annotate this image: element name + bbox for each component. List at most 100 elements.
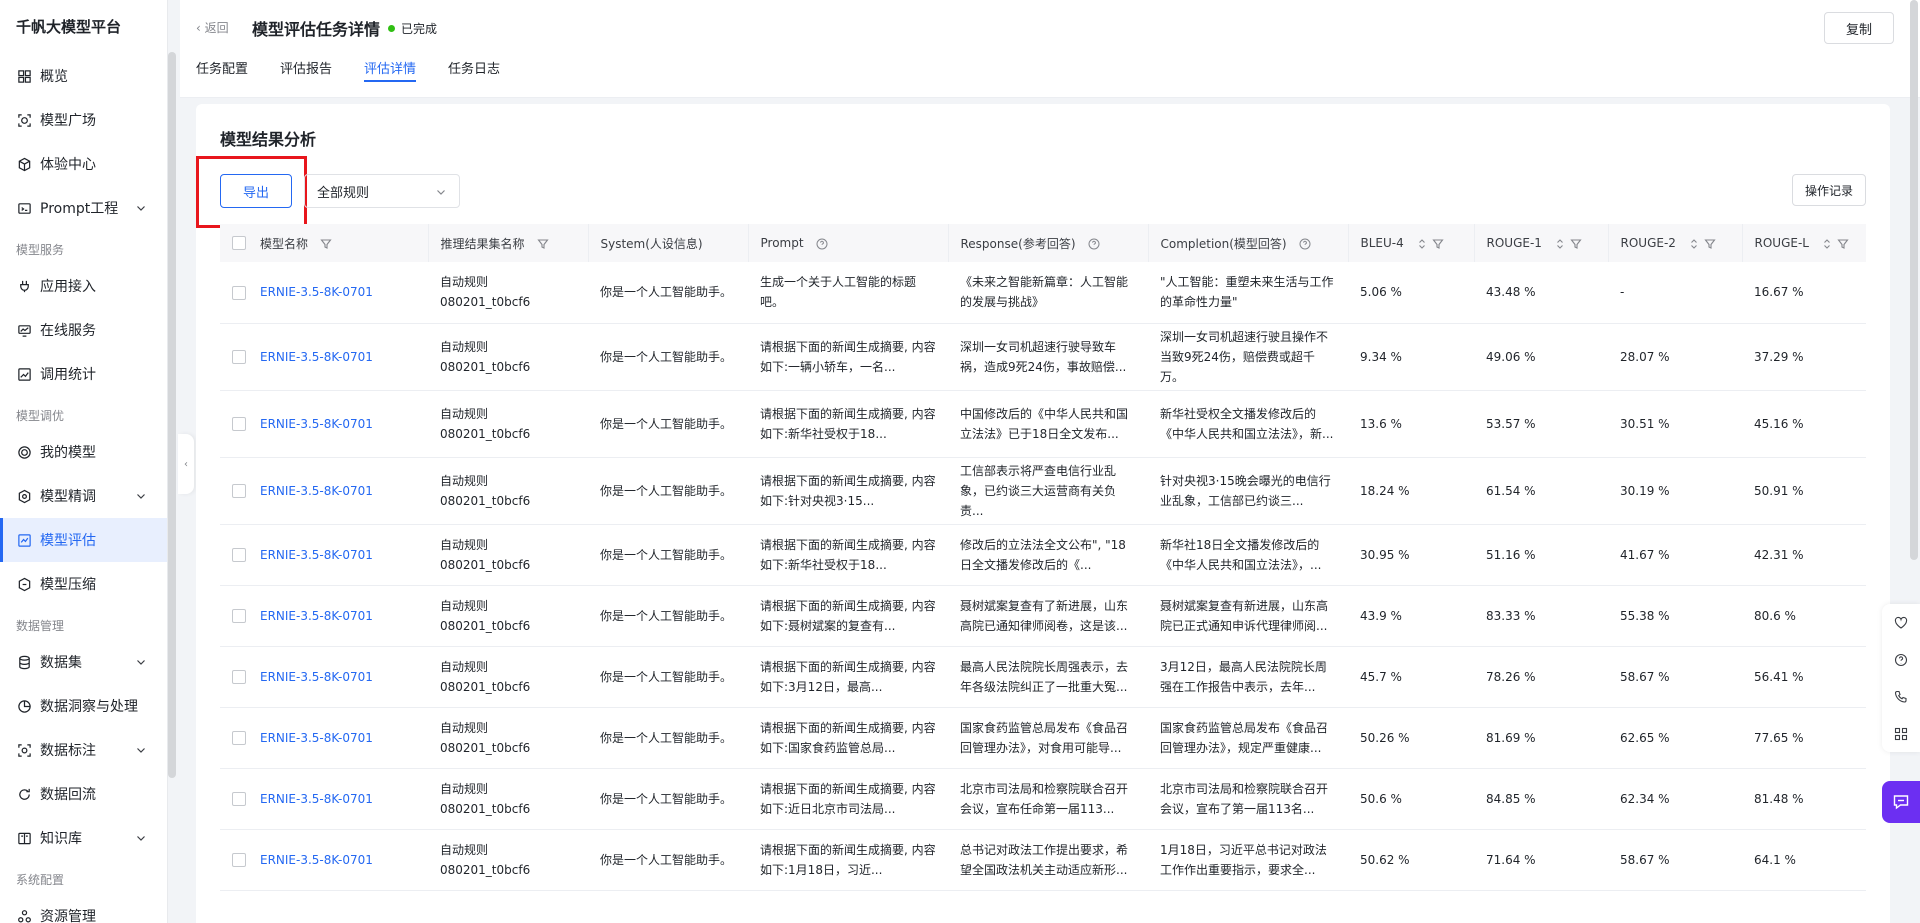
header-select-all[interactable] bbox=[220, 224, 248, 262]
cell-text: 北京市司法局和检察院联合召开会议，宣布了第一届113名... bbox=[1160, 781, 1329, 816]
cell-text: 新华社受权全文播发修改后的《中华人民共和国立法法》，新... bbox=[1160, 406, 1334, 441]
model-name-link[interactable]: ERNIE-3.5-8K-0701 bbox=[260, 792, 373, 806]
filter-icon[interactable] bbox=[1837, 238, 1849, 250]
cell-dataset: 自动规则 080201_t0bcf6 bbox=[428, 768, 588, 830]
col-label: ROUGE-L bbox=[1754, 236, 1809, 250]
filter-icon[interactable] bbox=[1704, 238, 1716, 250]
model-name-link[interactable]: ERNIE-3.5-8K-0701 bbox=[260, 350, 373, 364]
model-name-link[interactable]: ERNIE-3.5-8K-0701 bbox=[260, 548, 373, 562]
checkbox[interactable] bbox=[232, 350, 246, 364]
chat-assistant-button[interactable] bbox=[1882, 781, 1920, 823]
checkbox[interactable] bbox=[232, 853, 246, 867]
cell-rouge1: 84.85 % bbox=[1474, 768, 1608, 830]
tab-task-log[interactable]: 任务日志 bbox=[448, 58, 500, 88]
cell-bleu4: 5.06 % bbox=[1348, 262, 1474, 324]
cell-text: 50.26 % bbox=[1360, 730, 1410, 745]
filter-icon[interactable] bbox=[1570, 238, 1582, 250]
sidebar-item-dataset[interactable]: 数据集 bbox=[0, 640, 167, 684]
sidebar-item-app-access[interactable]: 应用接入 bbox=[0, 264, 167, 308]
sidebar-item-label: 模型广场 bbox=[40, 113, 96, 129]
sidebar-item-overview[interactable]: 概览 bbox=[0, 54, 167, 98]
sidebar-item-model-eval[interactable]: 模型评估 bbox=[0, 518, 167, 562]
tab-eval-report[interactable]: 评估报告 bbox=[280, 58, 332, 88]
copy-button[interactable]: 复制 bbox=[1824, 12, 1894, 44]
tab-task-config[interactable]: 任务配置 bbox=[196, 58, 248, 88]
sidebar-item-resource[interactable]: 资源管理 bbox=[0, 894, 167, 923]
cell-prompt: 请根据下面的新闻生成摘要, 内容如下:针对央视3·15... bbox=[748, 457, 948, 525]
page-header: ‹ 返回 模型评估任务详情 已完成 复制 任务配置 评估报告 评估详情 任务日志 bbox=[180, 0, 1920, 98]
model-name-link[interactable]: ERNIE-3.5-8K-0701 bbox=[260, 417, 373, 431]
checkbox[interactable] bbox=[232, 670, 246, 684]
favorite-button[interactable] bbox=[1882, 604, 1920, 641]
cell-text: 国家食药监管总局发布《食品召回管理办法》，规定严重健康... bbox=[1160, 720, 1329, 755]
col-system: System(人设信息) bbox=[588, 224, 749, 262]
apps-button[interactable] bbox=[1882, 715, 1920, 752]
tab-eval-detail[interactable]: 评估详情 bbox=[364, 58, 417, 88]
operation-log-button[interactable]: 操作记录 bbox=[1792, 174, 1866, 206]
col-completion: Completion(模型回答) bbox=[1148, 224, 1349, 262]
sidebar-item-data-return[interactable]: 数据回流 bbox=[0, 772, 167, 816]
cell-text: 你是一个人工智能助手。 bbox=[600, 730, 733, 745]
cell-bleu4: 50.62 % bbox=[1348, 829, 1474, 891]
cell-system: 你是一个人工智能助手。 bbox=[588, 768, 748, 830]
cell-model: ERNIE-3.5-8K-0701 bbox=[248, 323, 428, 391]
sidebar-item-online-service[interactable]: 在线服务 bbox=[0, 308, 167, 352]
heart-icon bbox=[1894, 616, 1908, 629]
sidebar-item-experience[interactable]: 体验中心 bbox=[0, 142, 167, 186]
sidebar-item-compress[interactable]: 模型压缩 bbox=[0, 562, 167, 606]
annotate-icon bbox=[16, 742, 32, 758]
help-icon[interactable] bbox=[816, 238, 828, 250]
back-link[interactable]: ‹ 返回 bbox=[196, 19, 229, 36]
filter-icon[interactable] bbox=[536, 238, 549, 250]
checkbox[interactable] bbox=[232, 236, 246, 251]
cell-bleu4: 30.95 % bbox=[1348, 524, 1474, 586]
sort-icon[interactable] bbox=[1688, 238, 1700, 250]
help-icon[interactable] bbox=[1299, 238, 1311, 250]
row-select-cell bbox=[220, 707, 248, 769]
sidebar-item-call-stats[interactable]: 调用统计 bbox=[0, 352, 167, 396]
model-name-link[interactable]: ERNIE-3.5-8K-0701 bbox=[260, 609, 373, 623]
help-button[interactable] bbox=[1882, 641, 1920, 678]
sort-icon[interactable] bbox=[1416, 238, 1428, 250]
cell-system: 你是一个人工智能助手。 bbox=[588, 262, 748, 324]
sidebar-collapse-toggle[interactable]: ‹ bbox=[178, 434, 194, 494]
sidebar-item-fine-tune[interactable]: 模型精调 bbox=[0, 474, 167, 518]
cell-rouge1: 81.69 % bbox=[1474, 707, 1608, 769]
sort-icon[interactable] bbox=[1821, 238, 1833, 250]
checkbox[interactable] bbox=[232, 731, 246, 745]
export-button[interactable]: 导出 bbox=[220, 174, 292, 208]
cell-rouge2: 30.51 % bbox=[1608, 390, 1742, 458]
checkbox[interactable] bbox=[232, 484, 246, 498]
sidebar-item-model-square[interactable]: 模型广场 bbox=[0, 98, 167, 142]
cell-prompt: 请根据下面的新闻生成摘要, 内容如下:1月18日，习近... bbox=[748, 829, 948, 891]
page-scrollbar[interactable] bbox=[1910, 0, 1918, 560]
cell-text: 81.69 % bbox=[1486, 730, 1536, 745]
sidebar-item-my-models[interactable]: 我的模型 bbox=[0, 430, 167, 474]
sidebar-item-data-label[interactable]: 数据标注 bbox=[0, 728, 167, 772]
cell-response: 总书记对政法工作提出要求，希望全国政法机关主动适应新形... bbox=[948, 829, 1148, 891]
model-name-link[interactable]: ERNIE-3.5-8K-0701 bbox=[260, 670, 373, 684]
rule-select[interactable]: 全部规则 bbox=[304, 174, 460, 208]
model-name-link[interactable]: ERNIE-3.5-8K-0701 bbox=[260, 285, 373, 299]
checkbox[interactable] bbox=[232, 417, 246, 431]
sidebar-scrollbar[interactable] bbox=[168, 52, 176, 778]
checkbox[interactable] bbox=[232, 792, 246, 806]
model-name-link[interactable]: ERNIE-3.5-8K-0701 bbox=[260, 484, 373, 498]
cell-prompt: 请根据下面的新闻生成摘要, 内容如下:聂树斌案的复查有... bbox=[748, 585, 948, 647]
checkbox[interactable] bbox=[232, 285, 246, 300]
sidebar-item-data-insight[interactable]: 数据洞察与处理 bbox=[0, 684, 167, 728]
sidebar-item-knowledge[interactable]: 知识库 bbox=[0, 816, 167, 860]
model-name-link[interactable]: ERNIE-3.5-8K-0701 bbox=[260, 853, 373, 867]
checkbox[interactable] bbox=[232, 609, 246, 623]
help-icon[interactable] bbox=[1088, 238, 1100, 250]
phone-button[interactable] bbox=[1882, 678, 1920, 715]
sidebar-item-prompt[interactable]: Prompt工程 bbox=[0, 186, 167, 230]
row-select-cell bbox=[220, 457, 248, 525]
model-name-link[interactable]: ERNIE-3.5-8K-0701 bbox=[260, 731, 373, 745]
filter-icon[interactable] bbox=[1432, 238, 1444, 250]
cell-text: 50.62 % bbox=[1360, 852, 1410, 867]
cell-text: 自动规则 080201_t0bcf6 bbox=[440, 659, 531, 694]
sort-icon[interactable] bbox=[1554, 238, 1566, 250]
checkbox[interactable] bbox=[232, 548, 246, 562]
filter-icon[interactable] bbox=[320, 238, 332, 250]
